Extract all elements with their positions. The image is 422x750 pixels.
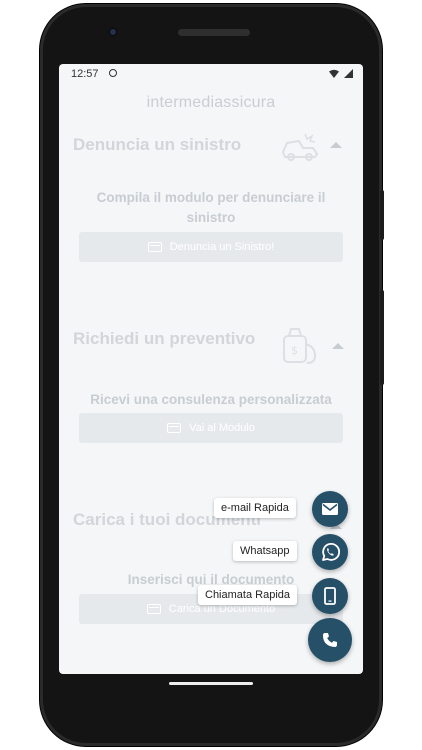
volume-button <box>380 290 384 385</box>
collapse-chevron-icon[interactable] <box>332 343 344 349</box>
email-rapida-label[interactable]: e-mail Rapida <box>214 498 296 518</box>
home-indicator[interactable] <box>169 682 253 685</box>
whatsapp-label[interactable]: Whatsapp <box>233 541 297 561</box>
money-bag-icon: $ <box>283 328 317 364</box>
email-rapida-button[interactable] <box>312 491 348 527</box>
denuncia-sinistro-button-label: Denuncia un Sinistro! <box>169 241 275 253</box>
denuncia-sinistro-button[interactable]: Denuncia un Sinistro! <box>79 232 343 262</box>
svg-text:$: $ <box>291 344 298 357</box>
mail-icon <box>322 503 338 515</box>
phone-icon <box>323 633 337 647</box>
chiamata-rapida-label[interactable]: Chiamata Rapida <box>198 585 297 605</box>
front-camera <box>108 27 118 37</box>
app-title: intermediassicura <box>146 94 276 111</box>
notification-icon <box>109 69 117 77</box>
signal-icon <box>344 69 353 78</box>
form-icon <box>147 242 162 252</box>
vai-al-modulo-button[interactable]: Vai al Modulo <box>79 413 343 443</box>
form-icon <box>167 423 182 433</box>
section-title-preventivo[interactable]: Richiedi un preventivo <box>73 329 255 349</box>
section-title-denuncia[interactable]: Denuncia un sinistro <box>73 135 241 155</box>
chiamata-rapida-button[interactable] <box>312 578 348 614</box>
mobile-phone-icon <box>324 587 336 605</box>
form-icon <box>146 604 161 614</box>
status-time: 12:57 <box>71 68 99 80</box>
whatsapp-icon <box>322 543 341 561</box>
car-accident-icon <box>281 133 319 161</box>
call-fab-button[interactable] <box>308 618 352 662</box>
section-description-denuncia: Compila il modulo per denunciare il sini… <box>96 190 326 225</box>
collapse-chevron-icon[interactable] <box>330 142 342 148</box>
power-button <box>380 190 384 240</box>
whatsapp-button[interactable] <box>312 534 348 570</box>
wifi-icon <box>329 69 339 78</box>
section-description-preventivo: Ricevi una consulenza personalizzata <box>90 392 332 407</box>
vai-al-modulo-button-label: Vai al Modulo <box>189 422 255 434</box>
earpiece <box>178 29 250 36</box>
status-bar: 12:57 <box>59 64 363 84</box>
